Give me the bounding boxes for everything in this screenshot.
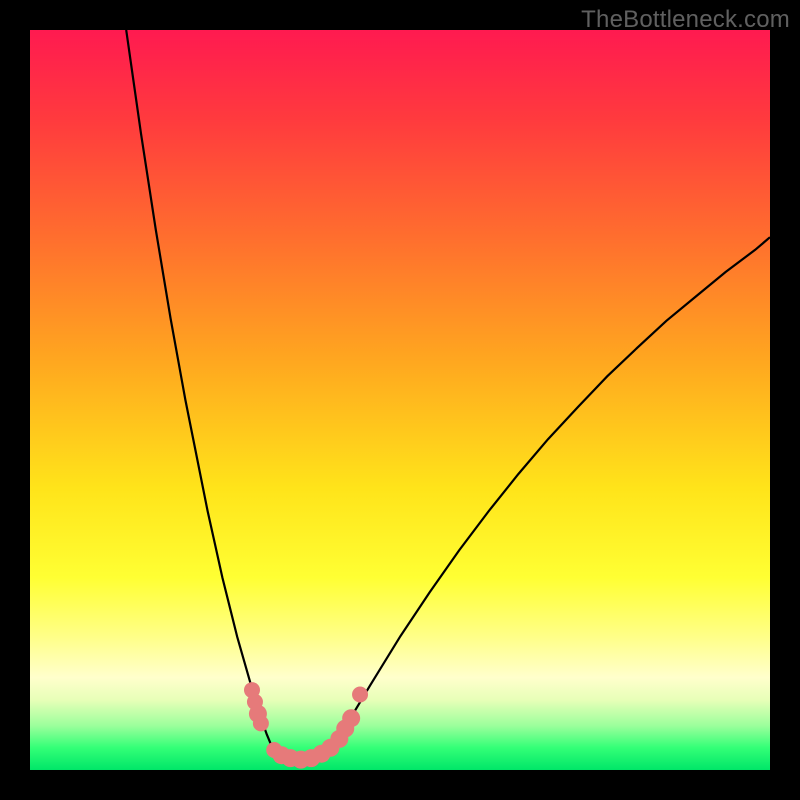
outer-frame: TheBottleneck.com [0, 0, 800, 800]
gradient-background [30, 30, 770, 770]
bottleneck-chart [30, 30, 770, 770]
curve-marker [342, 709, 360, 727]
curve-marker [352, 687, 368, 703]
plot-area [30, 30, 770, 770]
curve-marker [253, 715, 269, 731]
